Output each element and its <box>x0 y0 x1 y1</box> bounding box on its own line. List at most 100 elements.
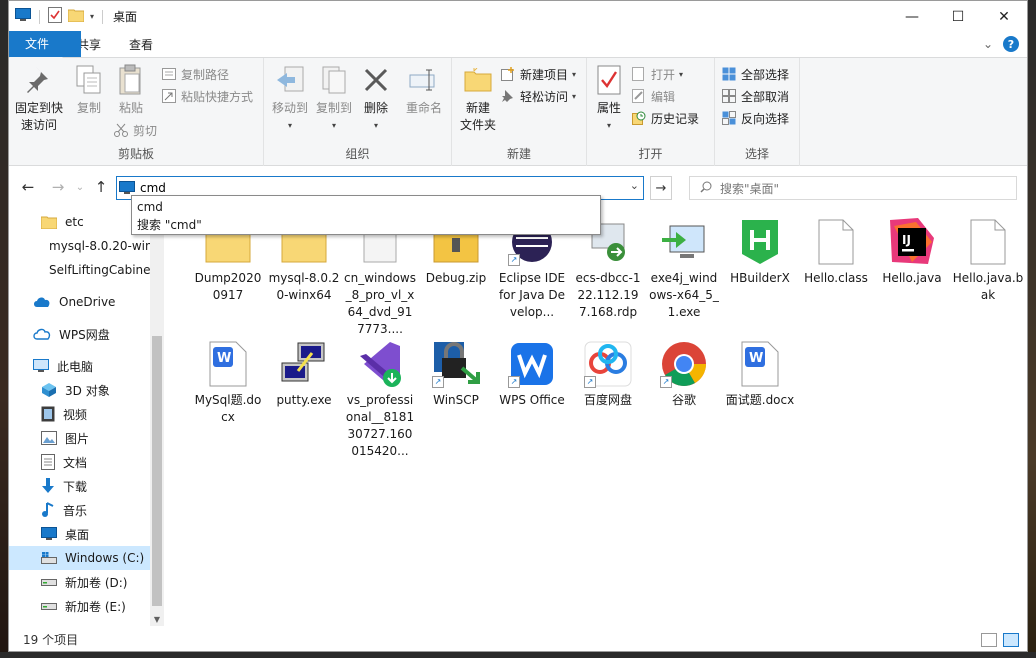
minimize-button[interactable]: — <box>889 1 935 32</box>
details-view-icon[interactable] <box>981 632 997 647</box>
autocomplete-item-cmd[interactable]: cmd <box>137 198 595 216</box>
ribbon-tabs: 文件 主页 共享 查看 ⌄ ? <box>9 31 1027 58</box>
nav-item-onedrive[interactable]: OneDrive <box>9 290 150 314</box>
file-item[interactable]: ↗ 谷歌 <box>648 340 720 409</box>
scrollbar-thumb[interactable] <box>152 336 162 606</box>
cut-button[interactable]: 剪切 <box>113 120 157 140</box>
autocomplete-item-search[interactable]: 搜索 "cmd" <box>137 216 595 234</box>
edit-label: 编辑 <box>651 89 676 104</box>
copy-path-button[interactable]: 复制路径 <box>161 64 229 84</box>
search-icon <box>700 181 712 196</box>
address-autocomplete: cmd 搜索 "cmd" <box>131 195 601 235</box>
go-arrow-icon[interactable]: → <box>650 176 672 200</box>
nav-item-this-pc[interactable]: 此电脑 <box>9 354 150 378</box>
select-none-button[interactable]: 全部取消 <box>721 86 789 106</box>
edit-icon <box>631 88 647 104</box>
expand-ribbon-icon[interactable]: ⌄ <box>983 37 993 51</box>
nav-item-music[interactable]: 音乐 <box>9 498 150 522</box>
nav-item-selfliftingcabinet[interactable]: SelfLiftingCabinet <box>9 258 150 282</box>
film-icon <box>41 406 55 422</box>
nav-item-drive-d[interactable]: 新加卷 (D:) <box>9 570 150 594</box>
folder-icon <box>41 216 57 229</box>
select-all-button[interactable]: 全部选择 <box>721 64 789 84</box>
nav-scrollbar[interactable]: ▲ ▼ <box>150 208 164 626</box>
address-input[interactable] <box>140 181 620 195</box>
putty-icon <box>280 340 328 388</box>
file-item[interactable]: cn_windows_8_pro_vl_x64_dvd_917773.... <box>344 218 416 338</box>
navigation-pane: etc mysql-8.0.20-winx64 SelfLiftingCabin… <box>9 208 164 626</box>
properties-button[interactable]: 属性 ▾ <box>587 64 631 134</box>
file-item[interactable]: W MySql题.docx <box>192 340 264 426</box>
large-icons-view-icon[interactable] <box>1003 632 1019 647</box>
nav-item-desktop[interactable]: 桌面 <box>9 522 150 546</box>
generic-file-icon <box>812 218 860 266</box>
paste-button[interactable]: 粘贴 <box>105 64 157 117</box>
nav-item-videos[interactable]: 视频 <box>9 402 150 426</box>
file-item[interactable]: ↗ 百度网盘 <box>572 340 644 409</box>
paste-shortcut-button[interactable]: 粘贴快捷方式 <box>161 86 253 106</box>
file-item[interactable]: ↗ WinSCP <box>420 340 492 409</box>
nav-item-documents[interactable]: 文档 <box>9 450 150 474</box>
file-item[interactable]: Hello.java.bak <box>952 218 1024 304</box>
rename-button[interactable]: 重命名 <box>398 64 450 117</box>
file-item[interactable]: vs_professional__818130727.1600154​20... <box>344 340 416 460</box>
copy-to-button[interactable]: 复制到 ▾ <box>308 64 360 134</box>
invert-selection-label: 反向选择 <box>741 111 790 126</box>
forward-arrow-icon[interactable]: → <box>49 178 67 196</box>
properties-quick-icon[interactable] <box>48 7 62 26</box>
desktop-icon <box>41 527 57 540</box>
file-item[interactable]: IJ Hello.java <box>876 218 948 287</box>
search-field[interactable]: 搜索"桌面" <box>689 176 1017 200</box>
nav-item-drive-e[interactable]: 新加卷 (E:) <box>9 594 150 618</box>
history-button[interactable]: 历史记录 <box>631 108 699 128</box>
nav-item-3d-objects[interactable]: 3D 对象 <box>9 378 150 402</box>
nav-item-label: SelfLiftingCabinet <box>49 263 150 277</box>
recent-locations-icon[interactable]: ⌄ <box>71 178 89 196</box>
window-icon <box>15 8 31 25</box>
customize-quick-access-icon[interactable]: ▾ <box>90 12 94 21</box>
new-group: 新建 文件夹 新建项目 ▾ 轻松访问 ▾ 新建 <box>452 58 587 166</box>
easy-access-button[interactable]: 轻松访问 ▾ <box>500 86 576 106</box>
new-folder-button[interactable]: 新建 文件夹 <box>452 64 504 134</box>
file-item[interactable]: putty.exe <box>268 340 340 409</box>
tab-file[interactable]: 文件 <box>9 31 81 57</box>
close-button[interactable]: ✕ <box>981 1 1027 32</box>
nav-item-drive-c[interactable]: Windows (C:) <box>9 546 150 570</box>
open-button[interactable]: 打开 ▾ <box>631 64 683 84</box>
invert-selection-button[interactable]: 反向选择 <box>721 108 789 128</box>
nav-item-pictures[interactable]: 图片 <box>9 426 150 450</box>
new-item-button[interactable]: 新建项目 ▾ <box>500 64 576 84</box>
new-folder-icon <box>462 64 494 96</box>
nav-item-mysql[interactable]: mysql-8.0.20-winx64 <box>9 234 150 258</box>
nav-item-etc[interactable]: etc <box>9 210 150 234</box>
new-folder-quick-icon[interactable] <box>67 8 85 25</box>
help-icon[interactable]: ? <box>1003 36 1019 52</box>
new-folder-label: 新建 文件夹 <box>459 101 496 132</box>
file-item[interactable]: HBuilderX <box>724 218 796 287</box>
up-arrow-icon[interactable]: ↑ <box>92 178 110 196</box>
scroll-down-icon[interactable]: ▼ <box>150 615 164 624</box>
file-item[interactable]: W 面试题.docx <box>724 340 796 409</box>
svg-text:IJ: IJ <box>902 233 911 247</box>
edit-button[interactable]: 编辑 <box>631 86 675 106</box>
back-arrow-icon[interactable]: ← <box>19 178 37 196</box>
address-dropdown-icon[interactable]: ⌄ <box>630 179 639 192</box>
delete-caret-icon: ▾ <box>373 121 378 130</box>
file-item[interactable]: exe4j_windows-x64_5_1.exe <box>648 218 720 321</box>
separator <box>102 9 104 24</box>
tab-view[interactable]: 查看 <box>115 31 167 57</box>
search-placeholder: 搜索"桌面" <box>720 181 780 196</box>
nav-item-wps-cloud[interactable]: WPS网盘 <box>9 322 150 346</box>
move-to-caret-icon: ▾ <box>287 121 292 130</box>
delete-button[interactable]: 删除 ▾ <box>356 64 396 134</box>
copy-to-caret-icon: ▾ <box>331 121 336 130</box>
maximize-button[interactable]: ☐ <box>935 1 981 32</box>
pin-quick-access-button[interactable]: 固定到快 速访问 <box>13 64 65 134</box>
delete-icon <box>360 64 392 96</box>
shortcut-arrow-icon: ↗ <box>432 376 444 388</box>
file-item[interactable]: Hello.class <box>800 218 872 287</box>
file-item[interactable]: ↗ WPS Office <box>496 340 568 409</box>
select-none-icon <box>721 88 737 104</box>
baidu-netdisk-icon: ↗ <box>584 340 632 388</box>
nav-item-downloads[interactable]: 下载 <box>9 474 150 498</box>
